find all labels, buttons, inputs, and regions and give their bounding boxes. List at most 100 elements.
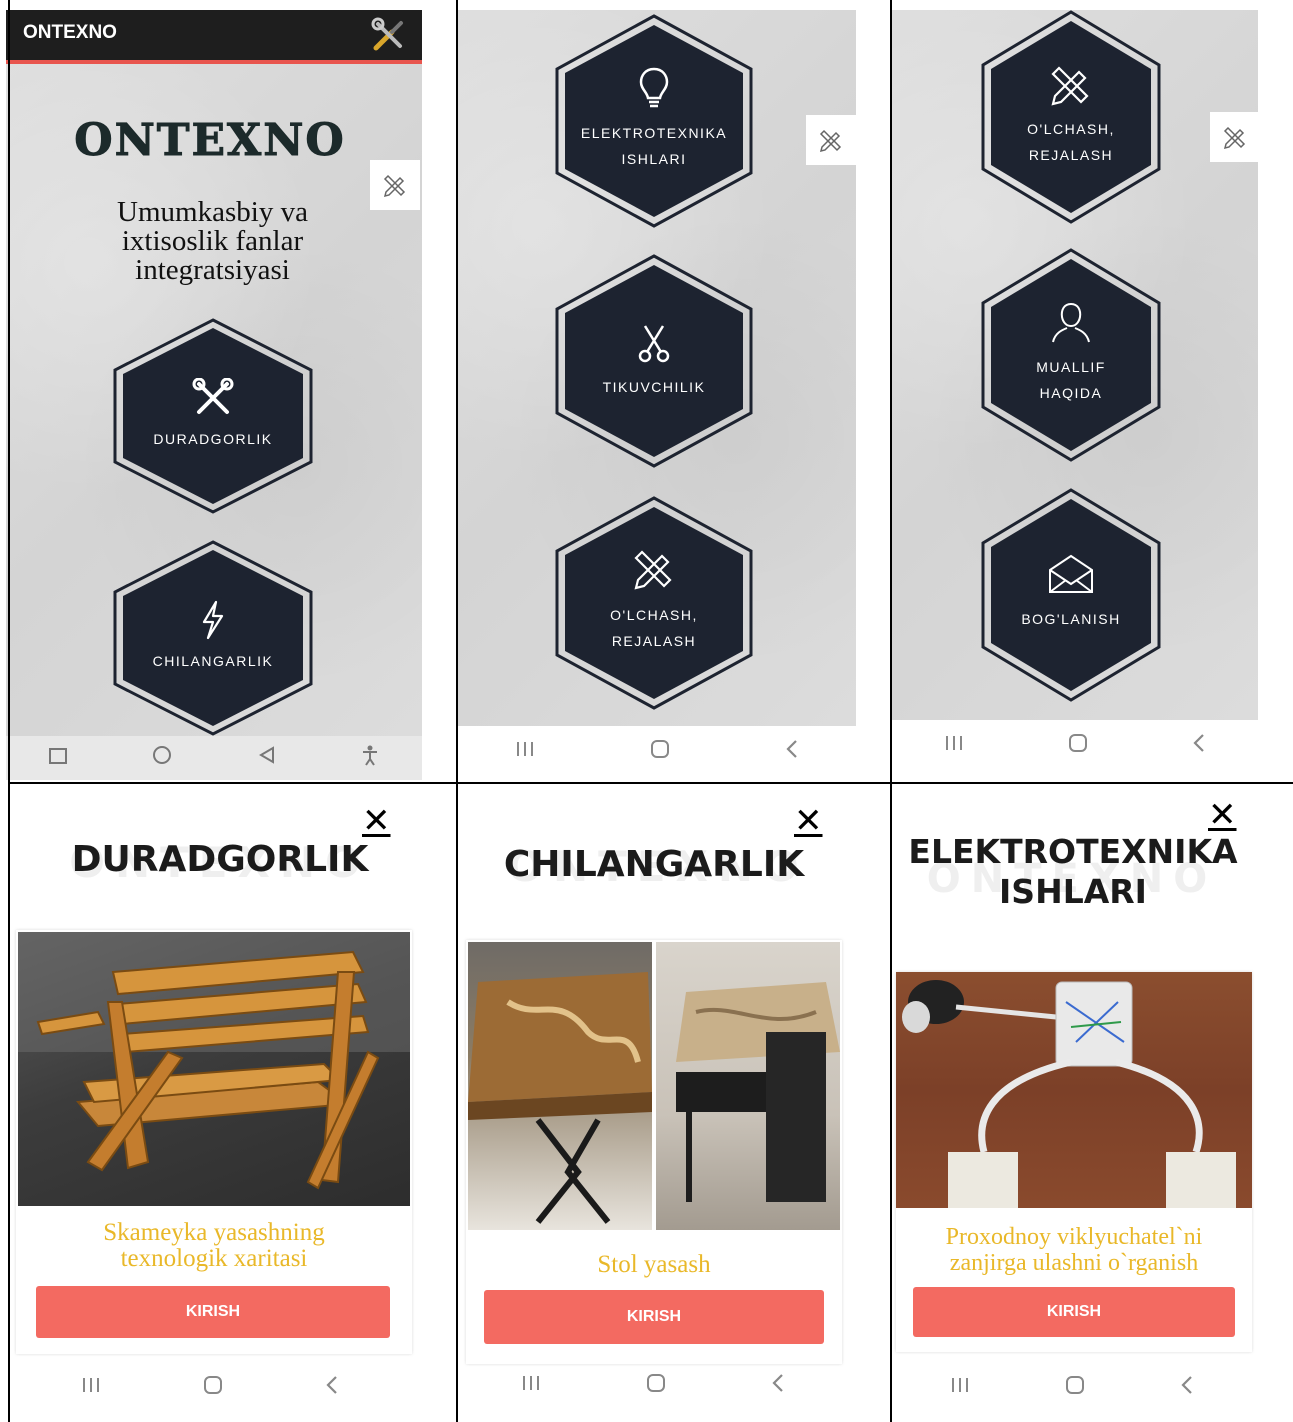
android-nav-bar	[458, 726, 856, 778]
tile-elektrotexnika[interactable]: ELEKTROTEXNIKA ISHLARI	[554, 14, 754, 228]
detail-title-line: DURADGORLIK	[71, 839, 369, 880]
pencil-ruler-icon	[1223, 126, 1246, 150]
tools-icon	[112, 377, 314, 422]
screen-detail-elektrotexnika: ✕ ONTEXNO ELEKTROTEXNIKA ISHLARI Proxodn…	[892, 784, 1293, 1422]
caption-line: zanjirga ulashni o`rganish	[949, 1250, 1199, 1276]
tile-olchash-rejalash[interactable]: O'LCHASH, REJALASH	[554, 496, 754, 710]
home-icon[interactable]	[1064, 1374, 1086, 1402]
close-button[interactable]: ✕	[1208, 798, 1237, 832]
home-icon[interactable]	[202, 1374, 224, 1402]
android-nav-bar	[468, 1368, 838, 1404]
card-caption: Proxodnoy viklyuchatel`ni zanjirga ulash…	[896, 1224, 1252, 1276]
back-icon[interactable]	[770, 1372, 786, 1400]
kirish-button[interactable]: KIRISH	[36, 1286, 390, 1338]
tile-tikuvchilik[interactable]: TIKUVCHILIK	[554, 254, 754, 468]
pencil-ruler-icon	[383, 174, 406, 198]
subtitle: Umumkasbiy va ixtisoslik fanlar integrat…	[40, 198, 385, 285]
android-nav-bar	[892, 722, 1258, 770]
card-caption: Stol yasash	[466, 1252, 842, 1278]
tile-duradgorlik[interactable]: DURADGORLIK	[112, 318, 314, 514]
scissors-icon	[554, 324, 754, 368]
pencil-ruler-icon	[980, 62, 1162, 110]
app-title: ONTEXNO	[23, 22, 117, 43]
close-button[interactable]: ✕	[362, 804, 391, 838]
kirish-button[interactable]: KIRISH	[913, 1287, 1235, 1337]
tile-label: TIKUVCHILIK	[602, 379, 706, 395]
caption-line: Skameyka yasashning	[103, 1219, 325, 1246]
screen-menu-3: O'LCHASH, REJALASH MUALLIF HAQIDA BOG'LA…	[892, 0, 1293, 782]
course-card: Proxodnoy viklyuchatel`ni zanjirga ulash…	[896, 972, 1252, 1352]
tile-label: MUALLIF HAQIDA	[980, 354, 1162, 406]
side-tool-button[interactable]	[806, 115, 856, 165]
grid-line	[890, 0, 892, 1422]
course-card: Stol yasash KIRISH	[466, 940, 842, 1364]
home-icon[interactable]	[151, 744, 173, 772]
grid-line	[8, 782, 1293, 784]
tile-label: O'LCHASH, REJALASH	[980, 116, 1162, 168]
screen-menu-2: ELEKTROTEXNIKA ISHLARI TIKUVCHILIK O'LCH…	[458, 0, 890, 782]
tile-boglanish[interactable]: BOG'LANISH	[980, 488, 1162, 702]
subtitle-line: Umumkasbiy va	[117, 196, 308, 228]
screwdriver-wrench-icon[interactable]	[370, 16, 408, 58]
tile-chilangarlik[interactable]: CHILANGARLIK	[112, 540, 314, 736]
recent-apps-icon[interactable]	[48, 746, 68, 771]
back-icon[interactable]	[784, 738, 800, 766]
lightning-icon	[112, 600, 314, 644]
switch-circuit-photo	[896, 972, 1252, 1208]
tile-label: CHILANGARLIK	[152, 653, 274, 669]
recent-apps-icon[interactable]	[943, 733, 965, 759]
subtitle-line: integratsiyasi	[135, 254, 290, 286]
back-icon[interactable]	[1179, 1374, 1195, 1402]
app-bar: ONTEXNO	[6, 10, 422, 64]
table-photo-left	[468, 942, 652, 1230]
recent-apps-icon[interactable]	[520, 1373, 542, 1399]
accessibility-icon[interactable]	[360, 744, 380, 772]
detail-title: ELEKTROTEXNIKA ISHLARI	[892, 832, 1254, 912]
home-icon[interactable]	[645, 1372, 667, 1400]
envelope-icon	[980, 554, 1162, 598]
recent-apps-icon[interactable]	[514, 739, 536, 765]
tile-label-line: REJALASH	[611, 633, 697, 649]
tile-label: BOG'LANISH	[1021, 611, 1121, 627]
detail-title: CHILANGARLIK	[458, 842, 850, 888]
home-icon[interactable]	[649, 738, 671, 766]
grid-line	[8, 0, 10, 1422]
pencil-ruler-icon	[554, 546, 754, 594]
brand-wordmark: ONTEXNO	[74, 115, 346, 167]
user-icon	[980, 300, 1162, 348]
table-illustration-left	[468, 972, 652, 1224]
kirish-button[interactable]: KIRISH	[484, 1290, 824, 1344]
screen-detail-duradgorlik: ✕ ONTEXNO DURADGORLIK Skameyka yasashnin…	[10, 784, 456, 1422]
tile-label: O'LCHASH, REJALASH	[554, 602, 754, 654]
pencil-ruler-icon	[819, 129, 842, 153]
screen-detail-chilangarlik: ✕ ONTEXNO CHILANGARLIK Stol yasash KIRIS…	[458, 784, 890, 1422]
bench-photo	[18, 932, 410, 1206]
caption-line: Proxodnoy viklyuchatel`ni	[945, 1224, 1203, 1250]
screenshot-grid: ONTEXNO ONTEXNO Umumkasbiy va ixtisoslik…	[0, 0, 1293, 1422]
recent-apps-icon[interactable]	[80, 1375, 102, 1401]
caption-line: Stol yasash	[597, 1251, 711, 1278]
tile-label-line: REJALASH	[1028, 147, 1114, 163]
android-nav-bar	[30, 1368, 390, 1408]
tile-label-line: ISHLARI	[621, 151, 687, 167]
tile-muallif-haqida[interactable]: MUALLIF HAQIDA	[980, 248, 1162, 462]
android-nav-bar	[6, 736, 422, 780]
tile-label-line: MUALLIF	[1036, 359, 1106, 375]
bench-illustration	[18, 932, 410, 1190]
tile-label-line: O'LCHASH,	[1027, 121, 1115, 137]
detail-title-line: ELEKTROTEXNIKA	[908, 832, 1238, 871]
detail-title-line: CHILANGARLIK	[503, 844, 805, 885]
circuit-illustration	[902, 980, 1236, 1208]
detail-title-line: ISHLARI	[999, 872, 1147, 911]
table-illustration-right	[676, 982, 840, 1202]
tile-olchash-rejalash[interactable]: O'LCHASH, REJALASH	[980, 10, 1162, 224]
tile-label-line: O'LCHASH,	[610, 607, 698, 623]
subtitle-line: ixtisoslik fanlar	[121, 225, 304, 257]
home-icon[interactable]	[1067, 732, 1089, 760]
close-button[interactable]: ✕	[794, 804, 823, 838]
recent-apps-icon[interactable]	[949, 1375, 971, 1401]
back-icon[interactable]	[1191, 732, 1207, 760]
back-icon[interactable]	[324, 1374, 340, 1402]
side-tool-button[interactable]	[1210, 112, 1260, 162]
back-icon[interactable]	[257, 745, 277, 771]
